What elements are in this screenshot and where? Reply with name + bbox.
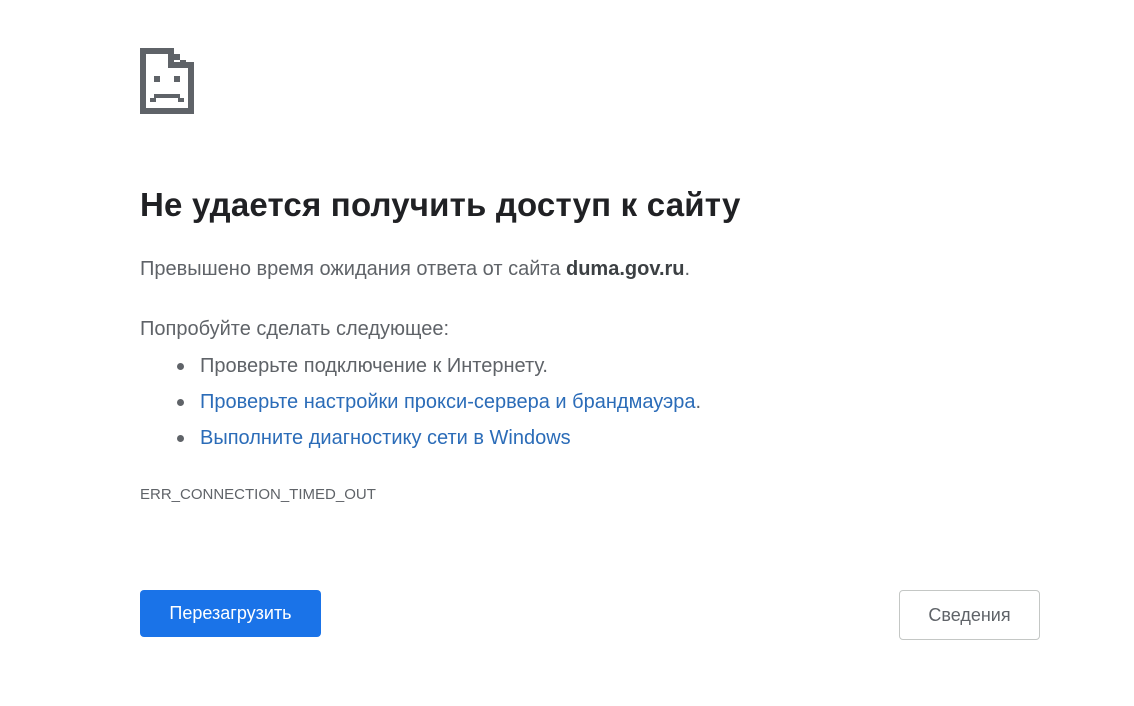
error-description: Превышено время ожидания ответа от сайта… <box>140 258 690 281</box>
host-name: duma.gov.ru <box>566 258 685 280</box>
suggestion-item-check-connection: Проверьте подключение к Интернету. <box>140 350 701 386</box>
sad-document-icon <box>140 48 194 114</box>
proxy-firewall-link[interactable]: Проверьте настройки прокси-сервера и бра… <box>200 391 695 413</box>
bullet-icon <box>177 363 184 370</box>
suggestions-heading: Попробуйте сделать следующее: <box>140 318 450 340</box>
error-page: Не удается получить доступ к сайту Превы… <box>0 0 1134 706</box>
suggestion-text: Проверьте подключение к Интернету. <box>200 355 548 377</box>
details-button[interactable]: Сведения <box>899 590 1040 640</box>
suggestion-suffix: . <box>695 391 702 413</box>
suggestion-item-network-diagnostics: Выполните диагностику сети в Windows <box>140 422 701 458</box>
page-title: Не удается получить доступ к сайту <box>140 186 741 223</box>
bullet-icon <box>177 399 184 406</box>
network-diagnostics-link[interactable]: Выполните диагностику сети в Windows <box>200 427 571 449</box>
description-suffix: . <box>684 258 691 280</box>
error-code: ERR_CONNECTION_TIMED_OUT <box>140 486 376 503</box>
reload-button[interactable]: Перезагрузить <box>140 590 321 637</box>
bullet-icon <box>177 435 184 442</box>
suggestion-item-proxy-firewall: Проверьте настройки прокси-сервера и бра… <box>140 386 701 422</box>
description-prefix: Превышено время ожидания ответа от сайта <box>140 258 566 280</box>
suggestions-list: Проверьте подключение к Интернету. Прове… <box>140 350 701 458</box>
